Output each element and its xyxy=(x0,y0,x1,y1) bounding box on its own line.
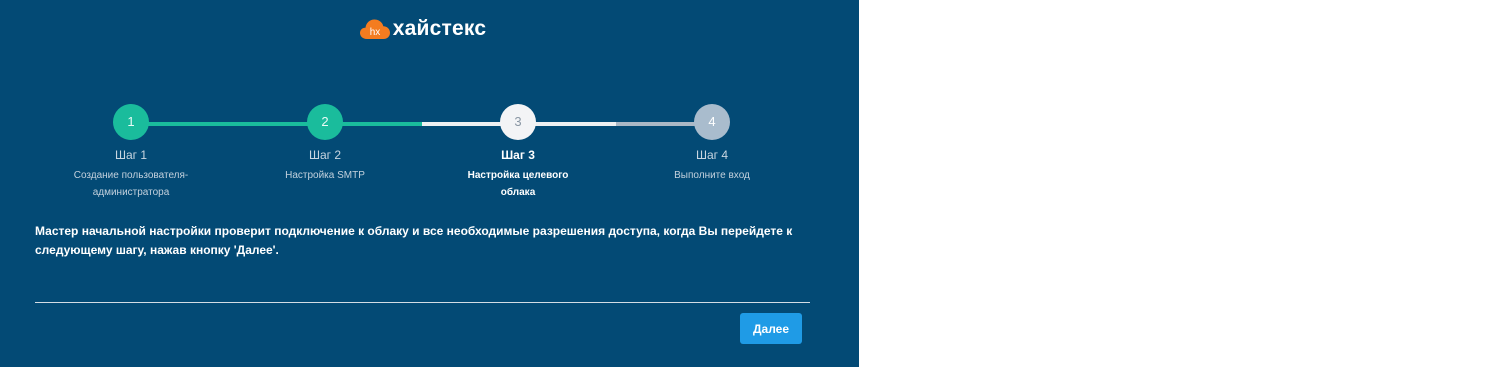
step-2-title: Шаг 2 xyxy=(308,148,342,162)
step-3-circle: 3 xyxy=(500,104,536,140)
step-3: 3 Шаг 3 Настройка целевого облака xyxy=(428,104,608,201)
setup-wizard-panel: hx хайстекс 1 Шаг 1 Создание пользовател… xyxy=(0,0,859,367)
cloud-logo-icon: hx xyxy=(359,19,390,39)
brand-logo: hx хайстекс xyxy=(0,17,859,41)
divider xyxy=(35,302,810,303)
step-4-circle: 4 xyxy=(694,104,730,140)
step-2-subtitle: Настройка SMTP xyxy=(285,170,365,181)
step-4: 4 Шаг 4 Выполните вход xyxy=(622,104,802,184)
step-4-subtitle: Выполните вход xyxy=(674,170,750,181)
logo-icon-text: hx xyxy=(370,27,381,38)
brand-name: хайстекс xyxy=(392,17,487,40)
next-button[interactable]: Далее xyxy=(740,313,802,344)
step-1-subtitle: Создание пользователя-администратора xyxy=(73,170,189,198)
step-2: 2 Шаг 2 Настройка SMTP xyxy=(235,104,415,184)
step-3-subtitle: Настройка целевого облака xyxy=(467,170,569,198)
step-3-title: Шаг 3 xyxy=(501,148,535,162)
step-1-circle: 1 xyxy=(113,104,149,140)
step-1: 1 Шаг 1 Создание пользователя-администра… xyxy=(41,104,221,201)
step-1-title: Шаг 1 xyxy=(114,148,148,162)
step-2-circle: 2 xyxy=(307,104,343,140)
wizard-message: Мастер начальной настройки проверит подк… xyxy=(35,224,793,257)
step-4-title: Шаг 4 xyxy=(695,148,729,162)
